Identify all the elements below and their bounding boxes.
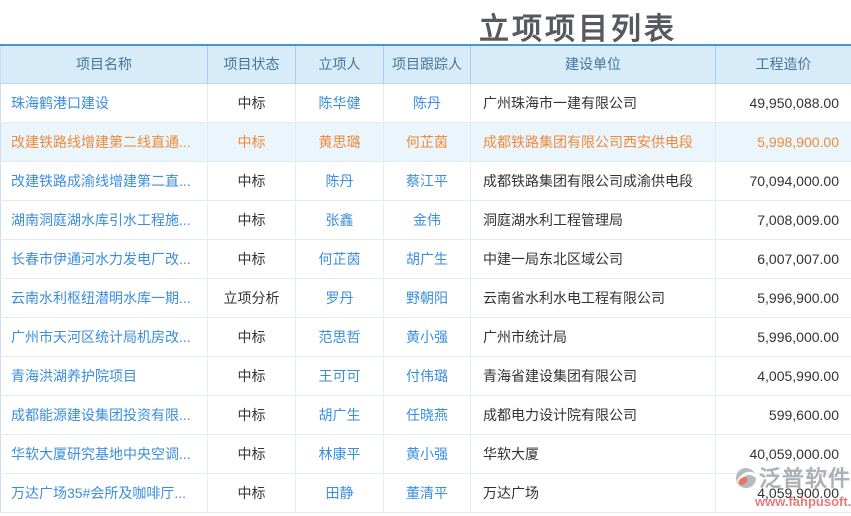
cell-initiator[interactable]: 张鑫 <box>296 200 384 239</box>
table-row[interactable]: 湖南洞庭湖水库引水工程施...中标张鑫金伟洞庭湖水利工程管理局7,008,009… <box>1 200 851 239</box>
cell-unit: 中建一局东北区域公司 <box>471 239 716 278</box>
cell-name[interactable]: 湖南洞庭湖水库引水工程施... <box>1 200 208 239</box>
cell-tracker[interactable]: 董清平 <box>384 473 471 512</box>
cell-cost: 599,600.00 <box>716 395 851 434</box>
cell-name[interactable]: 云南水利枢纽潜明水库一期... <box>1 278 208 317</box>
cell-name[interactable]: 长春市伊通河水力发电厂改... <box>1 239 208 278</box>
cell-cost: 4,005,990.00 <box>716 356 851 395</box>
cell-initiator[interactable]: 陈华健 <box>296 83 384 122</box>
column-header-cost: 工程造价 <box>716 45 851 83</box>
cell-name[interactable]: 青海洪湖养护院项目 <box>1 356 208 395</box>
cell-tracker[interactable]: 何芷茵 <box>384 122 471 161</box>
cell-initiator[interactable]: 范思哲 <box>296 317 384 356</box>
table-row[interactable]: 改建铁路线增建第二线直通...中标黄思璐何芷茵成都铁路集团有限公司西安供电段5,… <box>1 122 851 161</box>
table-header: 项目名称项目状态立项人项目跟踪人建设单位工程造价 <box>1 45 851 83</box>
cell-unit: 云南省水利水电工程有限公司 <box>471 278 716 317</box>
cell-status: 中标 <box>208 83 296 122</box>
cell-initiator[interactable]: 黄思璐 <box>296 122 384 161</box>
cell-status: 中标 <box>208 200 296 239</box>
cell-status: 中标 <box>208 473 296 512</box>
cell-name[interactable]: 改建铁路线增建第二线直通... <box>1 122 208 161</box>
cell-unit: 成都铁路集团有限公司西安供电段 <box>471 122 716 161</box>
cell-unit: 华软大厦 <box>471 434 716 473</box>
cell-initiator[interactable]: 王可可 <box>296 356 384 395</box>
cell-unit: 成都电力设计院有限公司 <box>471 395 716 434</box>
cell-unit: 成都铁路集团有限公司成渝供电段 <box>471 161 716 200</box>
cell-tracker[interactable]: 黄小强 <box>384 434 471 473</box>
table-row[interactable]: 广州市天河区统计局机房改...中标范思哲黄小强广州市统计局5,996,000.0… <box>1 317 851 356</box>
cell-initiator[interactable]: 林康平 <box>296 434 384 473</box>
project-table: 项目名称项目状态立项人项目跟踪人建设单位工程造价 珠海鹤港口建设中标陈华健陈丹广… <box>0 44 851 513</box>
cell-status: 中标 <box>208 239 296 278</box>
cell-status: 中标 <box>208 395 296 434</box>
cell-cost: 6,007,007.00 <box>716 239 851 278</box>
cell-cost: 40,059,000.00 <box>716 434 851 473</box>
cell-cost: 5,998,900.00 <box>716 122 851 161</box>
cell-name[interactable]: 万达广场35#会所及咖啡厅... <box>1 473 208 512</box>
cell-cost: 70,094,000.00 <box>716 161 851 200</box>
cell-tracker[interactable]: 任晓燕 <box>384 395 471 434</box>
cell-initiator[interactable]: 何芷茵 <box>296 239 384 278</box>
cell-initiator[interactable]: 胡广生 <box>296 395 384 434</box>
cell-status: 中标 <box>208 161 296 200</box>
cell-cost: 49,950,088.00 <box>716 83 851 122</box>
cell-tracker[interactable]: 付伟璐 <box>384 356 471 395</box>
cell-status: 中标 <box>208 434 296 473</box>
cell-cost: 7,008,009.00 <box>716 200 851 239</box>
column-header-tracker: 项目跟踪人 <box>384 45 471 83</box>
cell-tracker[interactable]: 金伟 <box>384 200 471 239</box>
cell-name[interactable]: 珠海鹤港口建设 <box>1 83 208 122</box>
cell-initiator[interactable]: 田静 <box>296 473 384 512</box>
cell-status: 中标 <box>208 122 296 161</box>
cell-cost: 5,996,000.00 <box>716 317 851 356</box>
cell-cost: 4,059,900.00 <box>716 473 851 512</box>
cell-initiator[interactable]: 罗丹 <box>296 278 384 317</box>
table-row[interactable]: 改建铁路成渝线增建第二直...中标陈丹蔡江平成都铁路集团有限公司成渝供电段70,… <box>1 161 851 200</box>
column-header-unit: 建设单位 <box>471 45 716 83</box>
cell-name[interactable]: 改建铁路成渝线增建第二直... <box>1 161 208 200</box>
table-row[interactable]: 珠海鹤港口建设中标陈华健陈丹广州珠海市一建有限公司49,950,088.00 <box>1 83 851 122</box>
table-row[interactable]: 华软大厦研究基地中央空调...中标林康平黄小强华软大厦40,059,000.00 <box>1 434 851 473</box>
cell-cost: 5,996,900.00 <box>716 278 851 317</box>
cell-name[interactable]: 广州市天河区统计局机房改... <box>1 317 208 356</box>
cell-tracker[interactable]: 野朝阳 <box>384 278 471 317</box>
cell-name[interactable]: 成都能源建设集团投资有限... <box>1 395 208 434</box>
column-header-initiator: 立项人 <box>296 45 384 83</box>
cell-unit: 广州市统计局 <box>471 317 716 356</box>
cell-status: 中标 <box>208 356 296 395</box>
cell-tracker[interactable]: 黄小强 <box>384 317 471 356</box>
cell-unit: 洞庭湖水利工程管理局 <box>471 200 716 239</box>
cell-tracker[interactable]: 胡广生 <box>384 239 471 278</box>
page-title: 立项项目列表 <box>479 4 677 48</box>
header-row: 项目名称项目状态立项人项目跟踪人建设单位工程造价 <box>1 45 851 83</box>
project-list-page: 立项项目列表 项目名称项目状态立项人项目跟踪人建设单位工程造价 珠海鹤港口建设中… <box>0 0 851 516</box>
cell-name[interactable]: 华软大厦研究基地中央空调... <box>1 434 208 473</box>
table-row[interactable]: 长春市伊通河水力发电厂改...中标何芷茵胡广生中建一局东北区域公司6,007,0… <box>1 239 851 278</box>
cell-initiator[interactable]: 陈丹 <box>296 161 384 200</box>
cell-tracker[interactable]: 陈丹 <box>384 83 471 122</box>
table-row[interactable]: 万达广场35#会所及咖啡厅...中标田静董清平万达广场4,059,900.00 <box>1 473 851 512</box>
cell-status: 中标 <box>208 317 296 356</box>
table-row[interactable]: 云南水利枢纽潜明水库一期...立项分析罗丹野朝阳云南省水利水电工程有限公司5,9… <box>1 278 851 317</box>
column-header-name: 项目名称 <box>1 45 208 83</box>
cell-status: 立项分析 <box>208 278 296 317</box>
table-row[interactable]: 成都能源建设集团投资有限...中标胡广生任晓燕成都电力设计院有限公司599,60… <box>1 395 851 434</box>
cell-unit: 万达广场 <box>471 473 716 512</box>
table-body: 珠海鹤港口建设中标陈华健陈丹广州珠海市一建有限公司49,950,088.00改建… <box>1 83 851 512</box>
column-header-status: 项目状态 <box>208 45 296 83</box>
cell-unit: 青海省建设集团有限公司 <box>471 356 716 395</box>
cell-tracker[interactable]: 蔡江平 <box>384 161 471 200</box>
table-row[interactable]: 青海洪湖养护院项目中标王可可付伟璐青海省建设集团有限公司4,005,990.00 <box>1 356 851 395</box>
cell-unit: 广州珠海市一建有限公司 <box>471 83 716 122</box>
